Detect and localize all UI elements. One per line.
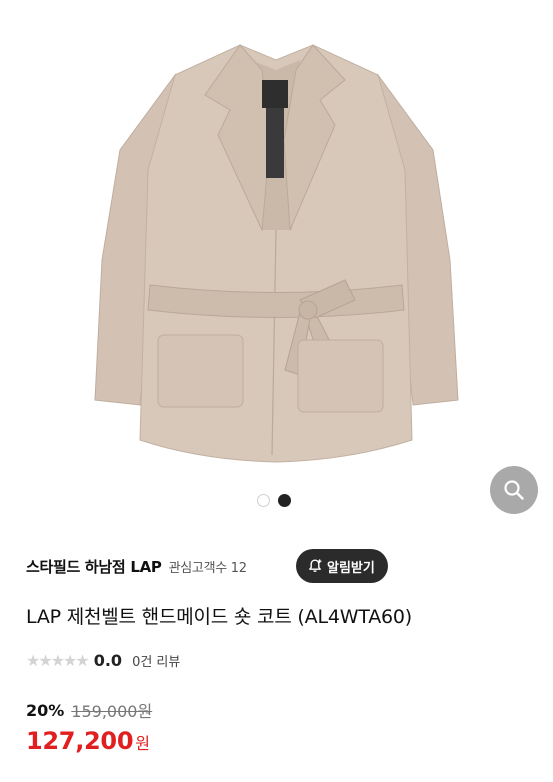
final-price-unit: 원	[135, 734, 150, 753]
product-image	[94, 44, 459, 463]
review-count[interactable]: 0건 리뷰	[132, 651, 180, 670]
discount-rate: 20%	[26, 700, 65, 720]
follower-count: 관심고객수 12	[168, 560, 247, 576]
store-row: 스타필드 하남점 LAP 관심고객수 12 알림받기	[26, 549, 526, 583]
alarm-button[interactable]: 알림받기	[296, 549, 388, 583]
final-price-value: 127,200	[26, 727, 134, 755]
rating-score: 0.0	[93, 650, 123, 670]
carousel-dot[interactable]	[257, 494, 270, 507]
carousel-indicator	[257, 494, 291, 507]
zoom-button[interactable]	[490, 466, 538, 514]
product-image-area[interactable]	[0, 0, 553, 478]
search-icon	[504, 480, 524, 500]
final-price: 127,200 원	[26, 727, 150, 755]
alarm-button-label: 알림받기	[327, 560, 375, 576]
store-name[interactable]: 스타필드 하남점 LAP	[26, 556, 162, 577]
carousel-dot-active[interactable]	[278, 494, 291, 507]
discount-row: 20% 159,000원	[26, 699, 153, 722]
rating-row[interactable]: ★★★★★ 0.0 0건 리뷰	[26, 649, 180, 671]
rating-stars: ★★★★★	[26, 650, 90, 670]
bell-plus-icon	[309, 559, 322, 573]
original-price: 159,000원	[71, 702, 153, 721]
product-title: LAP 제천벨트 핸드메이드 숏 코트 (AL4WTA60)	[26, 606, 413, 628]
